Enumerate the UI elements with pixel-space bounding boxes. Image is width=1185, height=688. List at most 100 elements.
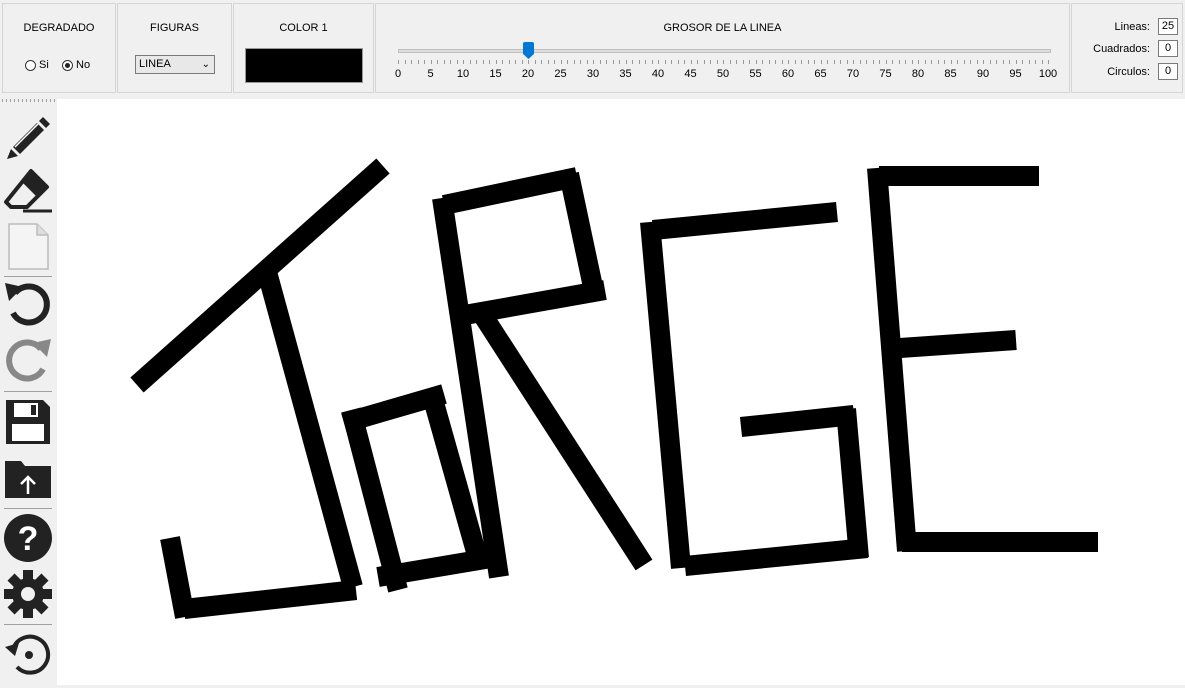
degradado-no-radio[interactable]: No: [62, 59, 90, 71]
degradado-group: DEGRADADO Si No: [2, 3, 116, 93]
slider-tick-mark: [749, 60, 750, 64]
slider-tick-mark: [528, 60, 529, 64]
history-icon: [5, 634, 51, 675]
slider-tick-mark: [638, 60, 640, 64]
slider-tick-mark: [762, 60, 763, 64]
slider-tick-mark: [755, 60, 757, 64]
slider-tick-mark: [469, 60, 471, 64]
slider-tick-mark: [788, 60, 789, 64]
slider-tick-label: 15: [489, 68, 502, 80]
eraser-tool-button[interactable]: [3, 165, 53, 215]
slider-tick-mark: [567, 60, 568, 64]
slider-tick-mark: [515, 60, 516, 64]
slider-tick-mark: [892, 60, 893, 64]
slider-tick-mark: [651, 60, 653, 64]
stats-group: Lineas: 25 Cuadrados: 0 Circulos: 0: [1071, 3, 1183, 93]
figuras-select[interactable]: LINEA ⌄: [135, 55, 215, 74]
slider-tick-mark: [560, 60, 562, 64]
sidebar-separator: [4, 624, 52, 625]
slider-tick-mark: [723, 60, 724, 64]
slider-tick-mark: [781, 60, 783, 64]
slider-tick-mark: [586, 60, 588, 64]
slider-tick-mark: [482, 60, 484, 64]
history-button[interactable]: [3, 629, 53, 679]
slider-tick-mark: [859, 60, 861, 64]
slider-tick-mark: [989, 60, 991, 64]
degradado-title: DEGRADADO: [23, 22, 95, 34]
slider-tick-mark: [970, 60, 971, 64]
slider-tick-mark: [840, 60, 841, 64]
lineas-label: Lineas:: [1114, 20, 1150, 33]
slider-tick-mark: [742, 60, 744, 64]
settings-icon: [4, 570, 52, 618]
color-swatch-button[interactable]: [245, 48, 363, 83]
slider-tick-mark: [404, 60, 406, 64]
degradado-si-radio[interactable]: Si: [25, 59, 49, 71]
open-button[interactable]: [3, 453, 53, 503]
slider-tick-label: 90: [976, 68, 990, 80]
slider-tick-mark: [619, 60, 620, 64]
slider-tick-mark: [833, 60, 835, 64]
save-button[interactable]: [3, 397, 53, 447]
slider-tick-label: 0: [394, 68, 402, 80]
cuadrados-count: 0: [1158, 40, 1178, 57]
slider-tick-mark: [1009, 60, 1010, 64]
radio-no-dot[interactable]: [62, 59, 73, 71]
stat-lineas: Lineas: 25: [1115, 18, 1178, 35]
slider-tick-mark: [736, 60, 737, 64]
circulos-count: 0: [1158, 63, 1178, 80]
stat-circulos: Circulos: 0: [1107, 63, 1178, 80]
slider-tick-mark: [541, 60, 542, 64]
slider-tick-mark: [580, 60, 581, 64]
slider-tick-mark: [937, 60, 939, 64]
undo-button[interactable]: [3, 279, 53, 329]
slider-tick-mark: [924, 60, 926, 64]
color-group: COLOR 1: [233, 3, 374, 93]
sidebar-separator: [4, 508, 52, 509]
figuras-title: FIGURAS: [150, 22, 199, 34]
drawing-surface[interactable]: [57, 99, 1185, 685]
slider-tick-mark: [963, 60, 965, 64]
slider-tick-mark: [430, 60, 432, 64]
slider-tick-mark: [411, 60, 412, 64]
slider-tick-mark: [664, 60, 666, 64]
slider-tick-mark: [996, 60, 997, 64]
slider-tick-mark: [612, 60, 614, 64]
radio-no-label: No: [76, 59, 91, 71]
sidebar-grip: [2, 99, 55, 102]
slider-tick-mark: [872, 60, 874, 64]
slider-tick-mark: [768, 60, 770, 64]
slider-tick-mark: [443, 60, 445, 64]
settings-button[interactable]: [3, 569, 53, 619]
slider-tick-label: 30: [586, 68, 600, 80]
figuras-group: FIGURAS LINEA ⌄: [117, 3, 232, 93]
slider-tick-label: 65: [814, 68, 827, 80]
slider-tick-mark: [1041, 60, 1043, 64]
slider-tick-label: 45: [684, 68, 697, 80]
cuadrados-label: Cuadrados:: [1093, 42, 1150, 55]
slider-tick-mark: [827, 60, 828, 64]
slider-tick-mark: [437, 60, 438, 64]
drawing-canvas[interactable]: [57, 99, 1185, 685]
slider-tick-mark: [625, 60, 627, 64]
slider-tick-mark: [489, 60, 490, 64]
radio-si-label: Si: [39, 59, 49, 71]
slider-tick-mark: [495, 60, 497, 64]
slider-tick-label: 10: [456, 68, 470, 80]
radio-si-dot[interactable]: [25, 59, 36, 71]
color-title: COLOR 1: [279, 22, 328, 34]
slider-tick-mark: [846, 60, 848, 64]
new-file-button[interactable]: [3, 221, 53, 271]
slider-tick-mark: [534, 60, 536, 64]
help-button[interactable]: ?: [3, 513, 53, 563]
slider-tick-mark: [775, 60, 776, 64]
slider-tick-mark: [716, 60, 718, 64]
redo-button[interactable]: [3, 335, 53, 385]
slider-tick-mark: [684, 60, 685, 64]
save-icon: [6, 400, 50, 444]
slider-tick-mark: [820, 60, 822, 64]
slider-tick-mark: [931, 60, 932, 64]
pencil-tool-button[interactable]: [3, 109, 53, 159]
slider-tick-mark: [573, 60, 575, 64]
slider-tick-mark: [911, 60, 913, 64]
